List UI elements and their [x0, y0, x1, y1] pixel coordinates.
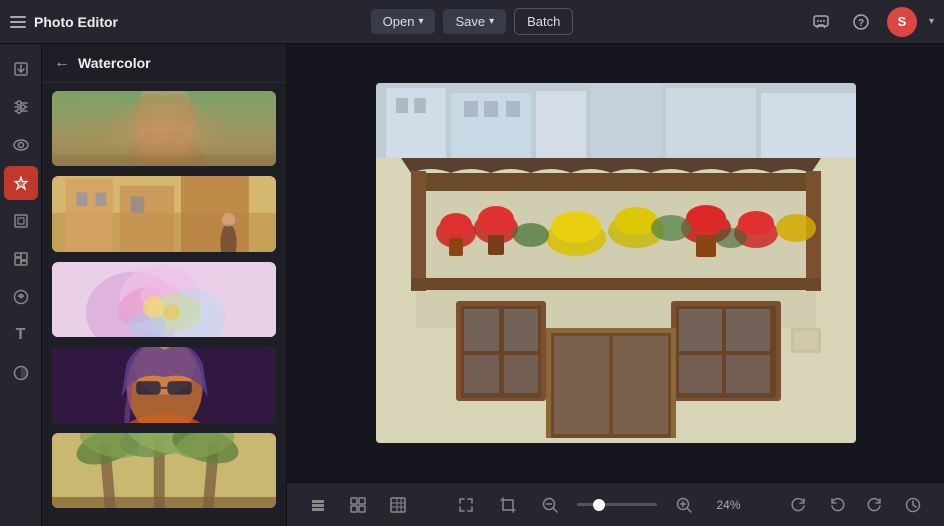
undo-icon[interactable] [822, 490, 852, 520]
chat-icon[interactable] [807, 8, 835, 36]
main-content: T ← Watercolor [0, 44, 944, 526]
crop-icon[interactable] [493, 490, 523, 520]
effects-panel-title: Watercolor [78, 55, 151, 71]
topbar-center: Open ▾ Save ▾ Batch [371, 8, 574, 35]
effect-item-wc-gfx[interactable]: Watercolor GFX Ai [52, 91, 276, 166]
effects-panel: ← Watercolor [42, 44, 287, 526]
layers-icon[interactable] [303, 490, 333, 520]
topbar: Photo Editor Open ▾ Save ▾ Batch [0, 0, 944, 44]
sidebar-item-text[interactable]: T [4, 318, 38, 352]
sidebar-item-export[interactable] [4, 280, 38, 314]
save-button[interactable]: Save ▾ [443, 9, 506, 34]
effect-item-wc2[interactable]: Watercolor 2 Ai [52, 347, 276, 422]
save-label: Save [455, 14, 485, 29]
save-chevron-icon: ▾ [489, 16, 494, 27]
bottom-toolbar-left [303, 490, 413, 520]
svg-text:?: ? [858, 18, 864, 29]
effect-thumb-wc-gfx2 [52, 176, 276, 251]
zoom-in-icon[interactable] [669, 490, 699, 520]
help-icon[interactable]: ? [847, 8, 875, 36]
effects-list: Watercolor GFX Ai [42, 83, 286, 526]
history-icon[interactable] [898, 490, 928, 520]
frames-icon[interactable] [343, 490, 373, 520]
effect-thumb-wc1 [52, 262, 276, 337]
sidebar-icons: T [0, 44, 42, 526]
open-chevron-icon: ▾ [418, 16, 423, 27]
effects-header: ← Watercolor [42, 44, 286, 83]
user-chevron-icon[interactable]: ▾ [929, 16, 934, 27]
effect-thumb-wc-palms [52, 433, 276, 508]
bottom-toolbar: 24% [287, 482, 944, 526]
back-arrow-icon[interactable]: ← [54, 54, 70, 72]
effect-item-wc-gfx2[interactable]: Watercolor GFX 2 Ai [52, 176, 276, 251]
fit-screen-icon[interactable] [451, 490, 481, 520]
topbar-right: ? S ▾ [573, 7, 934, 37]
sidebar-item-mask[interactable] [4, 356, 38, 390]
effect-item-wc-palms[interactable]: Watercolor Palms [52, 433, 276, 508]
batch-button[interactable]: Batch [514, 8, 573, 35]
effect-item-wc1[interactable]: Watercolor 1 Ai [52, 262, 276, 337]
sidebar-item-adjustments[interactable] [4, 90, 38, 124]
sidebar-item-frames[interactable] [4, 204, 38, 238]
effect-thumb-wc2 [52, 347, 276, 422]
sidebar-item-effects[interactable] [4, 166, 38, 200]
zoom-slider[interactable] [577, 503, 657, 506]
bottom-toolbar-center: 24% [451, 490, 747, 520]
effect-thumb-wc-gfx [52, 91, 276, 166]
sidebar-item-preview[interactable] [4, 128, 38, 162]
app-title: Photo Editor [34, 14, 118, 30]
sidebar-item-objects[interactable] [4, 242, 38, 276]
zoom-value: 24% [711, 498, 747, 512]
open-label: Open [383, 14, 415, 29]
bottom-toolbar-right [784, 490, 928, 520]
open-button[interactable]: Open ▾ [371, 9, 436, 34]
user-avatar[interactable]: S [887, 7, 917, 37]
grid-icon[interactable] [383, 490, 413, 520]
canvas-container [287, 44, 944, 482]
menu-icon[interactable] [10, 16, 26, 28]
user-initial: S [898, 14, 907, 29]
canvas-area: 24% [287, 44, 944, 526]
zoom-out-icon[interactable] [535, 490, 565, 520]
rotate-right-icon[interactable] [784, 490, 814, 520]
redo-icon[interactable] [860, 490, 890, 520]
canvas-image [376, 83, 856, 443]
batch-label: Batch [527, 14, 560, 29]
topbar-left: Photo Editor [10, 14, 371, 30]
sidebar-item-import[interactable] [4, 52, 38, 86]
